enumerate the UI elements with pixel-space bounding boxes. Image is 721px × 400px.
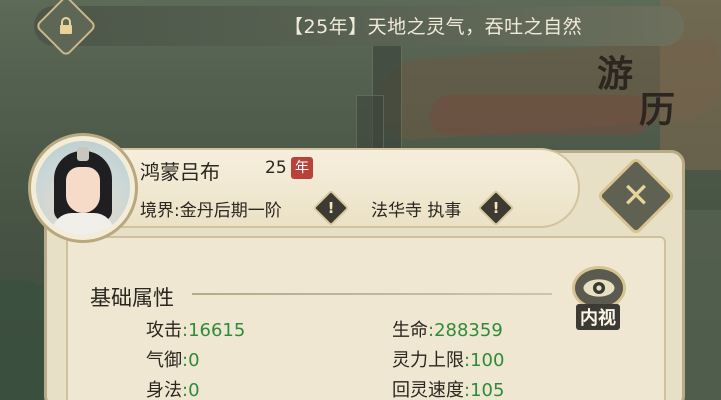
- map-title-char: 历: [639, 89, 676, 131]
- travel-map-title[interactable]: 游 历: [585, 45, 695, 135]
- lock-icon: [60, 17, 72, 34]
- stat-spirit-cap: 灵力上限:100: [392, 346, 504, 372]
- avatar-crown: [77, 147, 89, 161]
- stat-value: :100: [464, 350, 505, 371]
- stat-attack: 攻击:16615: [146, 316, 245, 342]
- stat-hp: 生命:288359: [392, 316, 503, 342]
- event-ticker-text: 【25年】天地之灵气，吞吐之自然: [284, 16, 583, 38]
- character-name: 鸿蒙吕布: [140, 160, 220, 184]
- stat-regen-speed: 回灵速度:105: [392, 376, 504, 400]
- stat-agility: 身法:0: [146, 376, 200, 400]
- map-title-char: 游: [597, 53, 634, 95]
- inspect-button[interactable]: 内视: [568, 266, 630, 330]
- realm-label: 境界:: [140, 201, 180, 221]
- realm-info: 境界:金丹后期一阶: [140, 196, 282, 221]
- character-age: 25: [265, 158, 287, 178]
- stat-value: :16615: [182, 320, 246, 341]
- stat-label: 生命: [392, 320, 428, 341]
- stat-value: :105: [464, 380, 505, 400]
- stat-value: :0: [182, 380, 200, 400]
- close-icon: ✕: [621, 176, 651, 216]
- stat-label: 回灵速度: [392, 380, 464, 400]
- exclamation-icon: !: [492, 199, 500, 217]
- avatar-robe: [52, 213, 114, 235]
- exclamation-icon: !: [327, 199, 335, 217]
- stat-label: 身法: [146, 380, 182, 400]
- stat-value: :288359: [428, 320, 503, 341]
- inspect-label: 内视: [576, 304, 620, 330]
- avatar[interactable]: [36, 141, 130, 235]
- section-divider: [192, 293, 552, 295]
- stat-value: :0: [182, 350, 200, 371]
- avatar-face: [66, 167, 100, 213]
- stat-label: 攻击: [146, 320, 182, 341]
- age-unit-badge: 年: [291, 157, 313, 179]
- stat-label: 气御: [146, 350, 182, 371]
- section-title: 基础属性: [90, 286, 174, 310]
- stat-label: 灵力上限: [392, 350, 464, 371]
- stat-qi-defense: 气御:0: [146, 346, 200, 372]
- realm-value: 金丹后期一阶: [179, 201, 282, 221]
- sect-position: 法华寺 执事: [371, 201, 462, 221]
